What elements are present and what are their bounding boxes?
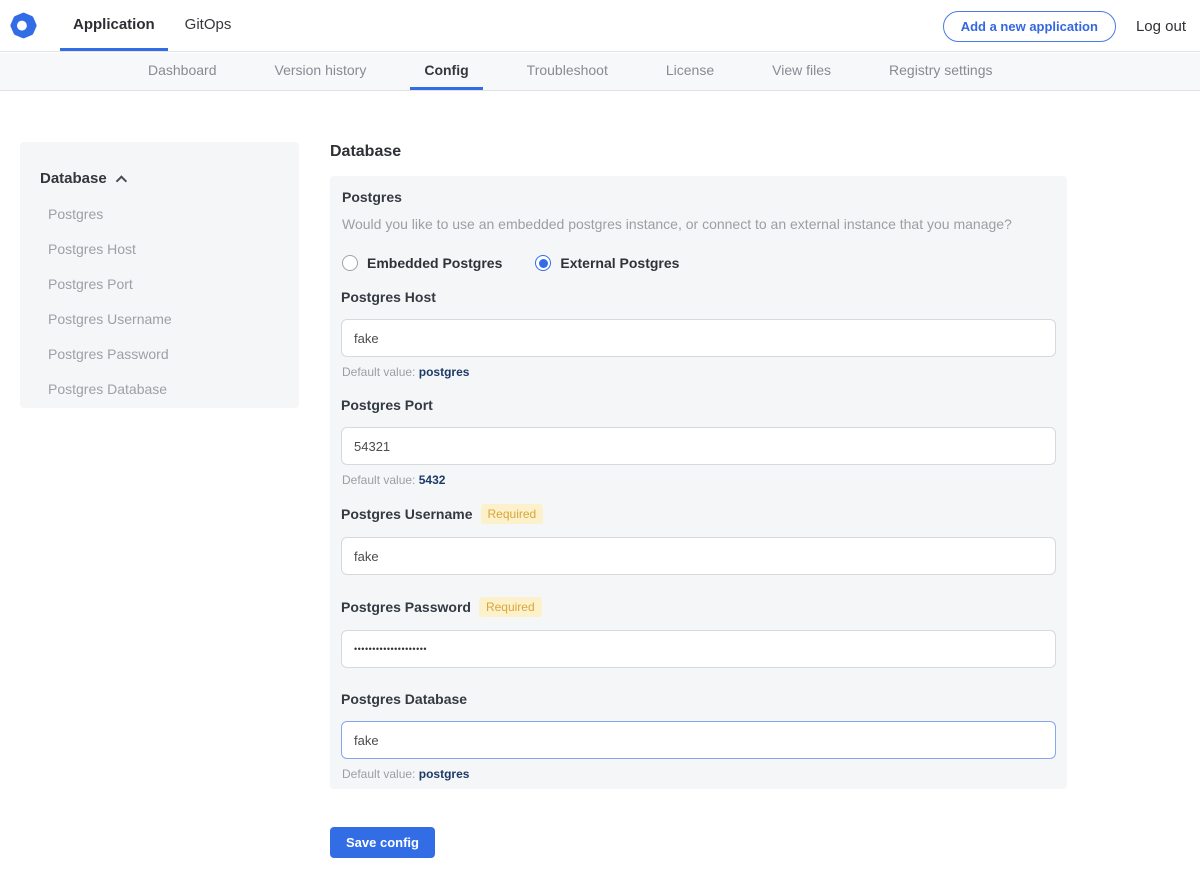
radio-embedded-postgres[interactable]: Embedded Postgres xyxy=(342,255,502,271)
sidebar-item-postgres[interactable]: Postgres xyxy=(48,206,279,223)
subnav-item-version-history[interactable]: Version history xyxy=(261,53,381,90)
sidebar-item-postgres-database[interactable]: Postgres Database xyxy=(48,381,279,398)
admin-console-screen: Application GitOps Add a new application… xyxy=(0,0,1200,874)
chevron-up-icon xyxy=(115,175,126,186)
postgres-host-label: Postgres Host xyxy=(341,288,436,306)
subnav-item-troubleshoot[interactable]: Troubleshoot xyxy=(513,53,622,90)
tab-application[interactable]: Application xyxy=(60,0,168,51)
sidebar-item-postgres-port[interactable]: Postgres Port xyxy=(48,276,279,293)
subnav-item-license[interactable]: License xyxy=(652,53,728,90)
postgres-password-label: Postgres Password xyxy=(341,598,471,616)
subnav-item-config[interactable]: Config xyxy=(410,53,482,90)
radio-unchecked-icon xyxy=(342,255,358,271)
postgres-type-radio-group: Embedded Postgres External Postgres xyxy=(342,254,1056,272)
postgres-database-label-row: Postgres Database xyxy=(341,690,1056,708)
app-subnav: Dashboard Version history Config Trouble… xyxy=(0,53,1200,91)
add-new-application-button[interactable]: Add a new application xyxy=(943,11,1116,42)
config-group-card: Postgres Would you like to use an embedd… xyxy=(330,176,1067,789)
topbar-right-actions: Add a new application Log out xyxy=(943,0,1200,52)
postgres-database-input[interactable] xyxy=(341,721,1056,759)
top-tabs: Application GitOps xyxy=(56,0,244,51)
postgres-group-label: Postgres xyxy=(342,188,1056,206)
save-config-button[interactable]: Save config xyxy=(330,827,435,858)
app-logo-icon xyxy=(10,12,37,39)
postgres-host-label-row: Postgres Host xyxy=(341,288,1056,306)
postgres-host-input[interactable] xyxy=(341,319,1056,357)
postgres-username-label: Postgres Username xyxy=(341,505,473,523)
postgres-password-label-row: Postgres Password Required xyxy=(341,597,1056,617)
postgres-database-label: Postgres Database xyxy=(341,690,467,708)
top-navigation-bar: Application GitOps Add a new application… xyxy=(0,0,1200,52)
radio-external-postgres[interactable]: External Postgres xyxy=(535,255,679,271)
config-sidebar: Database Postgres Postgres Host Postgres… xyxy=(20,142,299,408)
sidebar-item-postgres-username[interactable]: Postgres Username xyxy=(48,311,279,328)
postgres-username-label-row: Postgres Username Required xyxy=(341,504,1056,524)
logout-link[interactable]: Log out xyxy=(1136,18,1186,35)
required-badge: Required xyxy=(479,597,542,617)
postgres-password-input[interactable] xyxy=(341,630,1056,668)
postgres-port-label: Postgres Port xyxy=(341,396,433,414)
radio-embedded-label: Embedded Postgres xyxy=(367,255,502,271)
postgres-port-label-row: Postgres Port xyxy=(341,396,1056,414)
sidebar-item-postgres-host[interactable]: Postgres Host xyxy=(48,241,279,258)
sidebar-group-database[interactable]: Database xyxy=(40,170,279,188)
subnav-item-registry-settings[interactable]: Registry settings xyxy=(875,53,1006,90)
required-badge: Required xyxy=(481,504,544,524)
postgres-database-default-note: Default value: postgres xyxy=(342,767,1056,782)
subnav-item-dashboard[interactable]: Dashboard xyxy=(134,53,231,90)
sidebar-group-label: Database xyxy=(40,170,107,188)
tab-gitops[interactable]: GitOps xyxy=(172,0,245,51)
radio-checked-icon xyxy=(535,255,551,271)
sidebar-item-postgres-password[interactable]: Postgres Password xyxy=(48,346,279,363)
postgres-port-input[interactable] xyxy=(341,427,1056,465)
postgres-username-input[interactable] xyxy=(341,537,1056,575)
radio-external-label: External Postgres xyxy=(560,255,679,271)
postgres-host-default-note: Default value: postgres xyxy=(342,365,1056,380)
app-logo[interactable] xyxy=(10,0,37,51)
postgres-port-default-note: Default value: 5432 xyxy=(342,473,1056,488)
page-title: Database xyxy=(330,143,401,161)
subnav-item-view-files[interactable]: View files xyxy=(758,53,845,90)
postgres-help-text: Would you like to use an embedded postgr… xyxy=(342,215,1056,233)
